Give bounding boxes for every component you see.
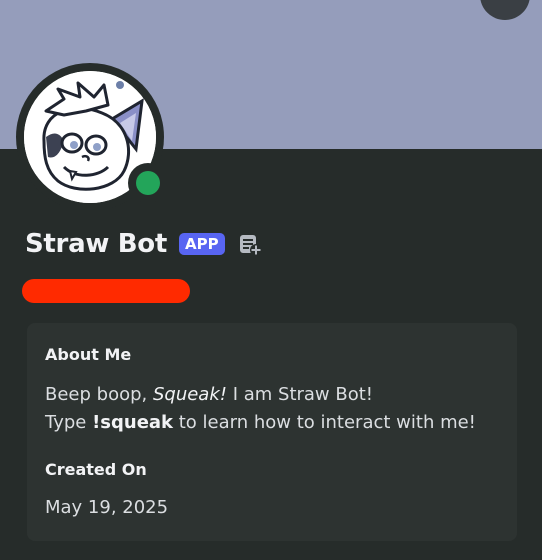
about-me-heading: About Me <box>45 345 132 364</box>
online-status-icon <box>136 171 160 195</box>
display-name[interactable]: Straw Bot <box>25 229 167 259</box>
profile-name-row: Straw Bot APP <box>25 224 263 264</box>
status-indicator <box>128 163 168 203</box>
created-on-heading: Created On <box>45 460 147 479</box>
banner-action-button[interactable] <box>480 0 530 20</box>
note-add-icon[interactable] <box>237 231 263 257</box>
about-me-text: Beep boop, Squeak! I am Straw Bot! Type … <box>45 381 515 437</box>
created-date: May 19, 2025 <box>45 497 169 518</box>
profile-info-card: About Me Beep boop, Squeak! I am Straw B… <box>27 323 517 541</box>
app-badge: APP <box>179 233 225 255</box>
redacted-username <box>22 279 190 303</box>
about-line-1: Beep boop, Squeak! I am Straw Bot! <box>45 384 374 405</box>
avatar-container[interactable] <box>16 63 168 211</box>
about-line-2: Type !squeak to learn how to interact wi… <box>45 412 476 433</box>
